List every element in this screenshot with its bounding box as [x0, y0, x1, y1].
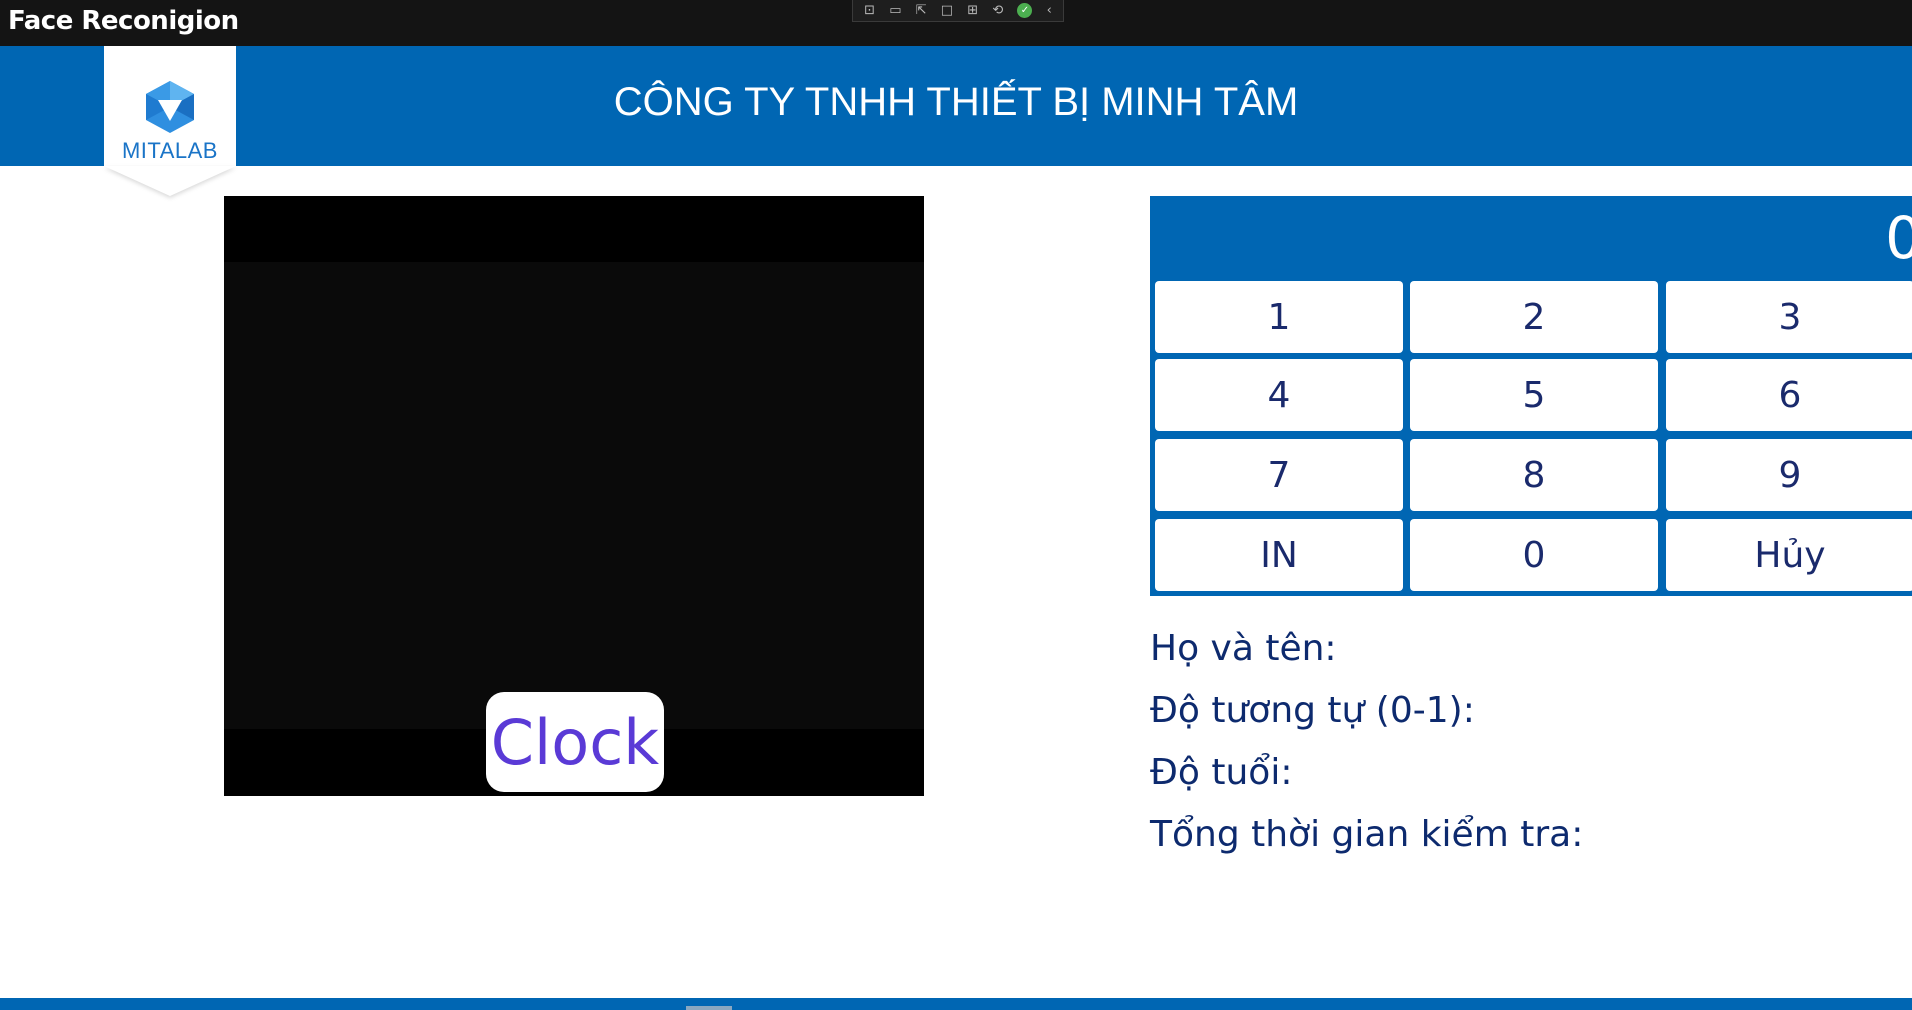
- key-2[interactable]: 2: [1410, 281, 1658, 353]
- layout-icon[interactable]: ⊞: [967, 1, 978, 21]
- key-6[interactable]: 6: [1666, 359, 1912, 431]
- key-cancel[interactable]: Hủy: [1666, 519, 1912, 591]
- key-7[interactable]: 7: [1155, 439, 1403, 511]
- keypad-panel: 0 1 2 3 4 5 6 7 8 9 IN 0 Hủy: [1150, 196, 1912, 596]
- camera-preview: Clock: [224, 196, 924, 796]
- key-5[interactable]: 5: [1410, 359, 1658, 431]
- full-name-label: Họ và tên:: [1150, 628, 1337, 669]
- title-bar: Face Reconigion ⊡ ▭ ⇱ □ ⊞ ⟲ ✓ ‹: [0, 0, 1912, 46]
- company-name: CÔNG TY TNHH THIẾT BỊ MINH TÂM: [613, 80, 1299, 124]
- key-in[interactable]: IN: [1155, 519, 1403, 591]
- bottom-bar-marker: [686, 1006, 732, 1010]
- select-icon[interactable]: ⇱: [916, 1, 927, 21]
- key-8[interactable]: 8: [1410, 439, 1658, 511]
- keypad-display-value: 0: [1885, 204, 1912, 272]
- key-0[interactable]: 0: [1410, 519, 1658, 591]
- window-title: Face Reconigion: [8, 6, 239, 36]
- inspect-icon[interactable]: ⊡: [864, 1, 875, 21]
- age-label: Độ tuổi:: [1150, 752, 1293, 793]
- similarity-label: Độ tương tự (0-1):: [1150, 690, 1475, 731]
- collapse-icon[interactable]: ‹: [1047, 1, 1052, 21]
- hot-reload-icon[interactable]: ⟲: [992, 1, 1003, 21]
- logo: MITALAB: [104, 46, 236, 196]
- logo-tail: [104, 166, 236, 196]
- key-3[interactable]: 3: [1666, 281, 1912, 353]
- key-4[interactable]: 4: [1155, 359, 1403, 431]
- keypad-display: 0: [1150, 196, 1912, 280]
- bottom-bar: [0, 998, 1912, 1010]
- frame-icon[interactable]: □: [941, 1, 953, 21]
- video-icon[interactable]: ▭: [889, 1, 901, 21]
- check-icon[interactable]: ✓: [1017, 3, 1033, 18]
- total-check-time-label: Tổng thời gian kiểm tra:: [1150, 814, 1584, 855]
- debug-toolbar[interactable]: ⊡ ▭ ⇱ □ ⊞ ⟲ ✓ ‹: [852, 0, 1064, 22]
- hexagon-logo-icon: [146, 81, 194, 133]
- key-9[interactable]: 9: [1666, 439, 1912, 511]
- logo-brand: MITALAB: [121, 138, 218, 163]
- header-banner: CÔNG TY TNHH THIẾT BỊ MINH TÂM: [0, 46, 1912, 166]
- camera-feed: [224, 262, 924, 729]
- key-1[interactable]: 1: [1155, 281, 1403, 353]
- clock-button[interactable]: Clock: [486, 692, 664, 792]
